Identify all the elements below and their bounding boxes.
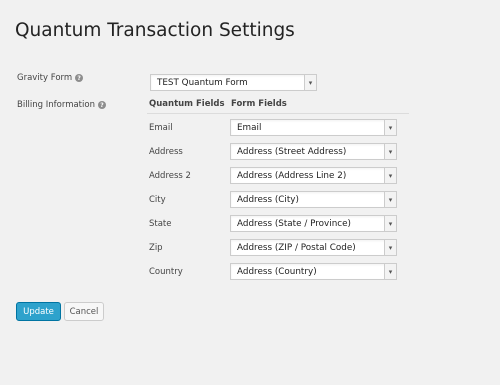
address-field-select-value: Address (Street Address) bbox=[237, 146, 347, 157]
chevron-down-icon: ▾ bbox=[384, 264, 396, 279]
email-field-select-value: Email bbox=[237, 122, 262, 133]
field-label-state: State bbox=[149, 219, 172, 229]
country-field-select-value: Address (Country) bbox=[237, 266, 317, 277]
address-field-select[interactable]: Address (Street Address) ▾ bbox=[230, 143, 397, 160]
zip-field-select-value: Address (ZIP / Postal Code) bbox=[237, 242, 356, 253]
quantum-fields-header: Quantum Fields bbox=[149, 99, 225, 109]
zip-field-select[interactable]: Address (ZIP / Postal Code) ▾ bbox=[230, 239, 397, 256]
billing-information-label-text: Billing Information bbox=[17, 100, 95, 110]
city-field-select-value: Address (City) bbox=[237, 194, 299, 205]
gravity-form-select-value: TEST Quantum Form bbox=[157, 77, 248, 88]
cancel-button[interactable]: Cancel bbox=[64, 302, 104, 321]
help-icon[interactable]: ? bbox=[97, 101, 106, 109]
gravity-form-label-text: Gravity Form bbox=[17, 73, 73, 83]
city-field-select[interactable]: Address (City) ▾ bbox=[230, 191, 397, 208]
update-button[interactable]: Update bbox=[16, 302, 61, 321]
page-title: Quantum Transaction Settings bbox=[15, 20, 295, 42]
field-label-email: Email bbox=[149, 123, 173, 133]
chevron-down-icon: ▾ bbox=[304, 75, 316, 90]
address-2-field-select-value: Address (Address Line 2) bbox=[237, 170, 347, 181]
address-2-field-select[interactable]: Address (Address Line 2) ▾ bbox=[230, 167, 397, 184]
chevron-down-icon: ▾ bbox=[384, 120, 396, 135]
field-label-address: Address bbox=[149, 147, 183, 157]
chevron-down-icon: ▾ bbox=[384, 144, 396, 159]
chevron-down-icon: ▾ bbox=[384, 216, 396, 231]
billing-information-label: Billing Information ? bbox=[17, 100, 106, 110]
field-label-zip: Zip bbox=[149, 243, 163, 253]
country-field-select[interactable]: Address (Country) ▾ bbox=[230, 263, 397, 280]
chevron-down-icon: ▾ bbox=[384, 192, 396, 207]
state-field-select-value: Address (State / Province) bbox=[237, 218, 351, 229]
field-label-address-2: Address 2 bbox=[149, 171, 191, 181]
form-fields-header: Form Fields bbox=[231, 99, 287, 109]
chevron-down-icon: ▾ bbox=[384, 168, 396, 183]
gravity-form-label: Gravity Form ? bbox=[17, 73, 84, 83]
gravity-form-select[interactable]: TEST Quantum Form ▾ bbox=[150, 74, 317, 91]
chevron-down-icon: ▾ bbox=[384, 240, 396, 255]
state-field-select[interactable]: Address (State / Province) ▾ bbox=[230, 215, 397, 232]
table-header-divider bbox=[147, 113, 409, 114]
field-label-city: City bbox=[149, 195, 166, 205]
field-label-country: Country bbox=[149, 267, 183, 277]
help-icon[interactable]: ? bbox=[75, 74, 84, 82]
email-field-select[interactable]: Email ▾ bbox=[230, 119, 397, 136]
